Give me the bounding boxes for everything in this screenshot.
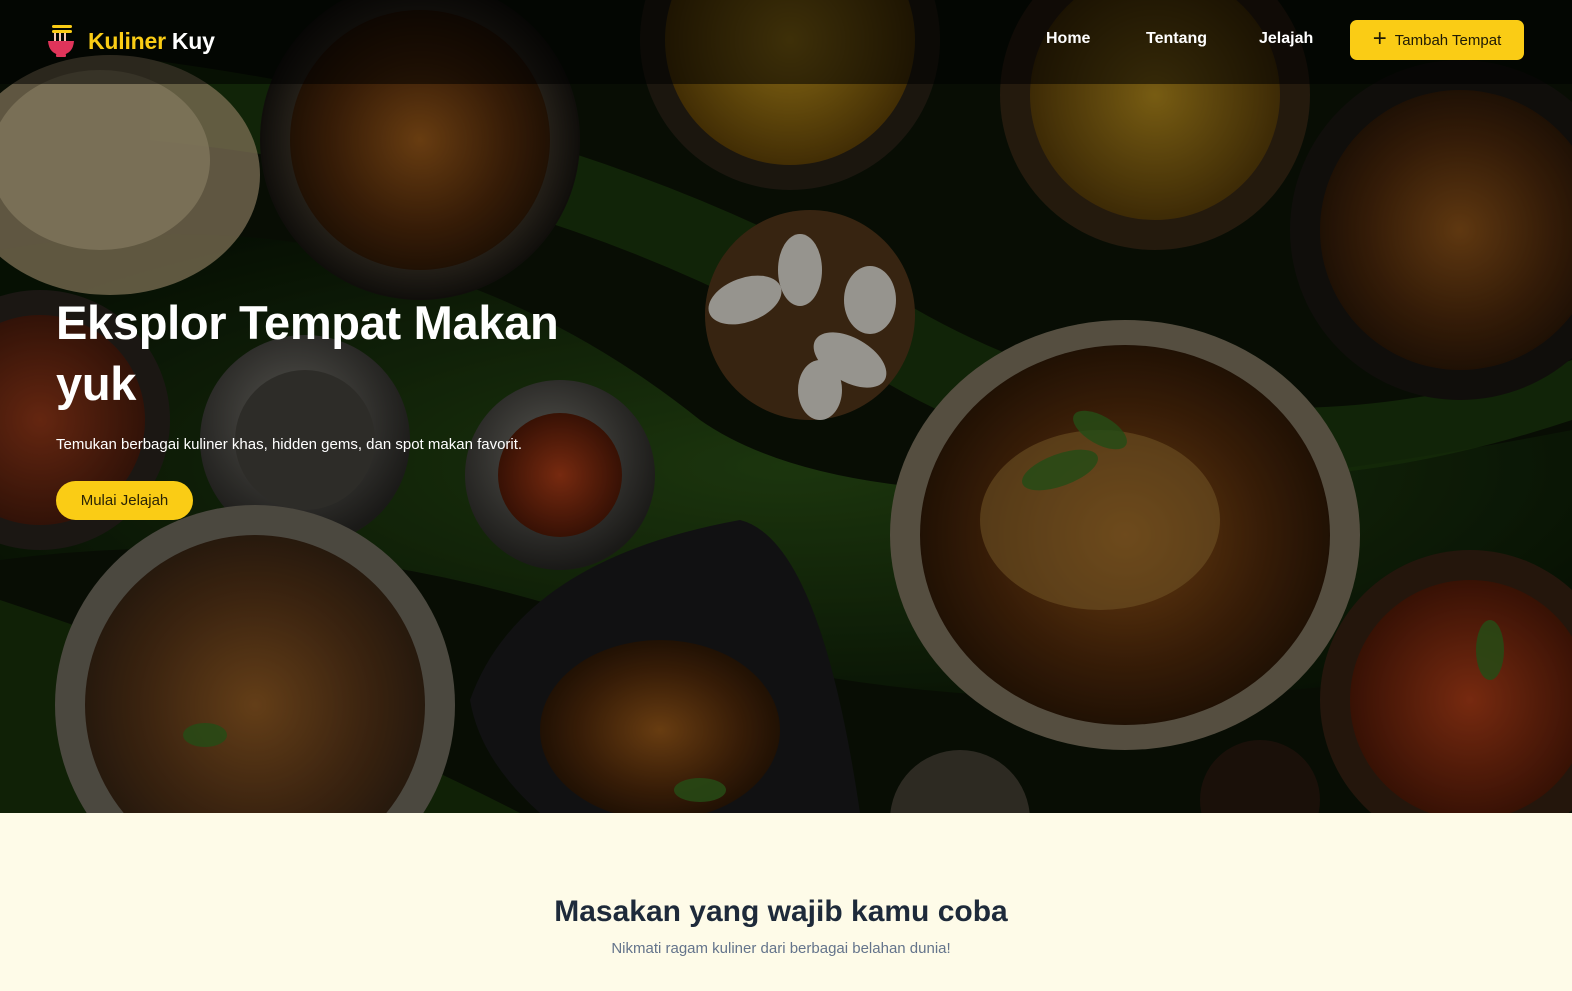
- navbar: Kuliner Kuy Home Tentang Jelajah + Tambah…: [0, 0, 1572, 84]
- section-title: Masakan yang wajib kamu coba: [554, 895, 1008, 928]
- hero-subtitle: Temukan berbagai kuliner khas, hidden ge…: [56, 436, 523, 453]
- plus-icon: +: [1372, 25, 1387, 52]
- brand-name-first: Kuliner: [88, 27, 166, 54]
- nav-link-home[interactable]: Home: [1046, 30, 1090, 48]
- hero-title: Eksplor Tempat Makan yuk: [56, 296, 559, 410]
- nav-link-tentang[interactable]: Tentang: [1146, 30, 1207, 48]
- add-place-button[interactable]: + Tambah Tempat: [1350, 20, 1524, 60]
- hero-section: Eksplor Tempat Makan yuk Temukan berbaga…: [0, 0, 1572, 813]
- brand-logo[interactable]: Kuliner Kuy: [46, 24, 215, 58]
- brand-name-second: Kuy: [171, 27, 215, 54]
- must-try-section: Masakan yang wajib kamu coba Nikmati rag…: [0, 813, 1572, 991]
- add-place-label: Tambah Tempat: [1394, 31, 1502, 49]
- noodle-bowl-icon: [48, 25, 74, 57]
- section-subtitle: Nikmati ragam kuliner dari berbagai bela…: [611, 940, 951, 957]
- nav-link-jelajah[interactable]: Jelajah: [1259, 30, 1313, 48]
- start-explore-button[interactable]: Mulai Jelajah: [56, 481, 193, 520]
